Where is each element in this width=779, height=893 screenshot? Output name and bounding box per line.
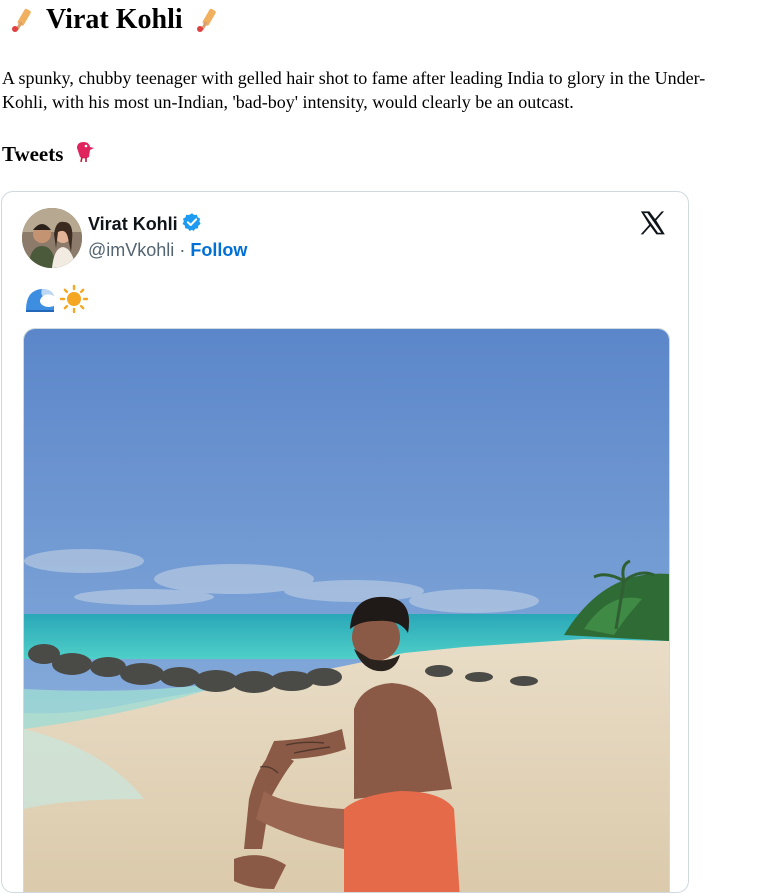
- water-wave-icon: [24, 284, 56, 319]
- cricket-bat-icon: [10, 6, 34, 34]
- tweets-heading: Tweets: [2, 139, 97, 169]
- author-name[interactable]: Virat Kohli: [88, 214, 178, 235]
- x-logo-icon[interactable]: [638, 209, 666, 237]
- author-name-row: Virat Kohli: [88, 212, 202, 237]
- author-handle[interactable]: @imVkohli: [88, 240, 174, 260]
- page-title: Virat Kohli: [10, 4, 219, 36]
- tweet-photo[interactable]: [23, 328, 670, 892]
- bio-line: A spunky, chubby teenager with gelled ha…: [2, 68, 706, 88]
- author-handle-row: @imVkohli · Follow: [88, 240, 247, 261]
- tweet-text: [24, 284, 90, 319]
- sun-icon: [58, 284, 90, 319]
- separator-dot: ·: [179, 240, 186, 260]
- tweets-heading-text: Tweets: [2, 141, 64, 166]
- cricket-bat-icon: [195, 6, 219, 34]
- avatar[interactable]: [22, 208, 82, 268]
- embedded-tweet-card[interactable]: Virat Kohli @imVkohli · Follow: [1, 191, 689, 893]
- bio-line: Kohli, with his most un-Indian, 'bad-boy…: [2, 92, 574, 112]
- verified-badge-icon: [182, 212, 202, 237]
- page-title-text: Virat Kohli: [46, 4, 183, 35]
- bio-paragraph: A spunky, chubby teenager with gelled ha…: [2, 66, 779, 114]
- follow-button[interactable]: Follow: [190, 240, 247, 260]
- bird-icon: [73, 139, 97, 169]
